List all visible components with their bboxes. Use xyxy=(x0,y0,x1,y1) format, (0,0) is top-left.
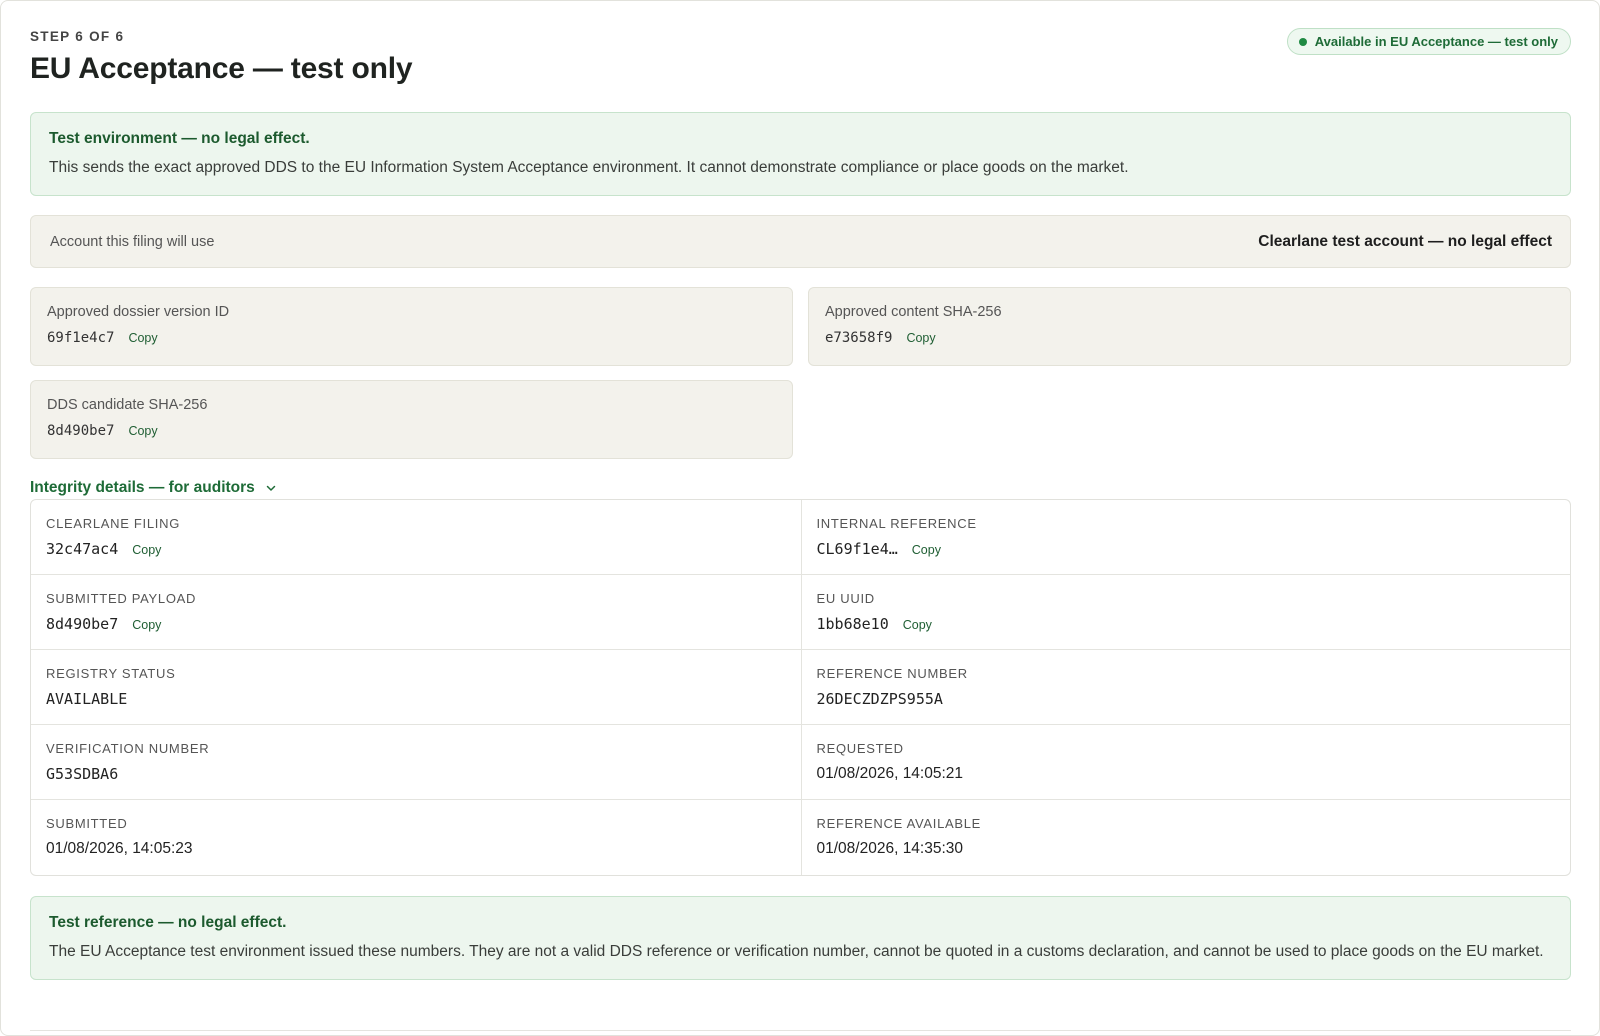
table-cell: REGISTRY STATUS AVAILABLE xyxy=(31,650,801,724)
copy-button[interactable]: Copy xyxy=(128,424,157,438)
table-cell: REFERENCE NUMBER 26DECZDZPS955A xyxy=(800,650,1571,724)
field-label: REGISTRY STATUS xyxy=(46,666,176,681)
notice-body: The EU Acceptance test environment issue… xyxy=(49,943,1544,960)
test-reference-notice: Test reference — no legal effect. The EU… xyxy=(30,896,1571,980)
table-cell: REQUESTED 01/08/2026, 14:05:21 xyxy=(800,725,1571,799)
field-label: REFERENCE AVAILABLE xyxy=(816,816,982,831)
table-cell: EU UUID 1bb68e10 Copy xyxy=(800,575,1571,649)
copy-button[interactable]: Copy xyxy=(912,543,941,557)
field-label: SUBMITTED xyxy=(46,816,128,831)
field-label: REQUESTED xyxy=(816,741,904,756)
field-value: 26DECZDZPS955A xyxy=(816,690,943,708)
test-environment-notice: Test environment — no legal effect. This… xyxy=(30,112,1571,196)
integrity-details-toggle[interactable]: Integrity details — for auditors xyxy=(30,478,1571,498)
field-value: CL69f1e4… xyxy=(816,540,898,558)
page-title: EU Acceptance — test only xyxy=(30,52,413,85)
account-label: Account this filing will use xyxy=(50,233,215,250)
table-cell: CLEARLANE FILING 32c47ac4 Copy xyxy=(31,500,801,574)
card-label: DDS candidate SHA-256 xyxy=(47,397,208,413)
account-value: Clearlane test account — no legal effect xyxy=(1258,232,1552,250)
bottom-divider xyxy=(30,1030,1571,1031)
table-row: REGISTRY STATUS AVAILABLE REFERENCE NUMBER… xyxy=(31,650,1570,725)
copy-button[interactable]: Copy xyxy=(903,618,932,632)
table-row: VERIFICATION NUMBER G53SDBA6 REQUESTED 01/0… xyxy=(31,725,1570,800)
field-label: REFERENCE NUMBER xyxy=(816,666,968,681)
main-content: STEP 6 OF 6 EU Acceptance — test only Av… xyxy=(30,28,1571,980)
copy-button[interactable]: Copy xyxy=(906,331,935,345)
content-sha-card: Approved content SHA-256 e73658f9 Copy xyxy=(808,287,1571,366)
field-label: SUBMITTED PAYLOAD xyxy=(46,591,197,606)
integrity-toggle-label: Integrity details — for auditors xyxy=(30,479,255,496)
card-value: e73658f9 xyxy=(825,330,893,346)
integrity-details-table: CLEARLANE FILING 32c47ac4 Copy INTERNAL REF… xyxy=(30,499,1571,876)
copy-button[interactable]: Copy xyxy=(132,618,161,632)
field-label: VERIFICATION NUMBER xyxy=(46,741,210,756)
field-value: G53SDBA6 xyxy=(46,765,119,783)
field-value: 32c47ac4 xyxy=(46,540,119,558)
hash-cards-row-2: DDS candidate SHA-256 8d490be7 Copy xyxy=(30,380,1571,459)
table-cell: REFERENCE AVAILABLE 01/08/2026, 14:35:30 xyxy=(800,800,1571,875)
field-value: 8d490be7 xyxy=(46,615,119,633)
account-row: Account this filing will use Clearlane t… xyxy=(30,215,1571,268)
status-badge-label: Available in EU Acceptance — test only xyxy=(1314,34,1558,49)
table-row: SUBMITTED 01/08/2026, 14:05:23 REFERENCE A… xyxy=(31,800,1570,875)
chevron-down-icon xyxy=(266,485,276,491)
field-label: INTERNAL REFERENCE xyxy=(816,516,977,531)
table-cell: SUBMITTED PAYLOAD 8d490be7 Copy xyxy=(31,575,801,649)
status-dot-icon xyxy=(1298,37,1307,46)
card-value: 69f1e4c7 xyxy=(47,330,115,346)
dds-candidate-card: DDS candidate SHA-256 8d490be7 Copy xyxy=(30,380,793,459)
card-value: 8d490be7 xyxy=(47,423,115,439)
status-badge: Available in EU Acceptance — test only xyxy=(1286,28,1571,55)
field-value: 01/08/2026, 14:35:30 xyxy=(816,840,964,857)
notice-body: This sends the exact approved DDS to the… xyxy=(49,159,1129,176)
table-cell: INTERNAL REFERENCE CL69f1e4… Copy xyxy=(800,500,1571,574)
page: STEP 6 OF 6 EU Acceptance — test only Av… xyxy=(0,0,1600,1036)
card-label: Approved content SHA-256 xyxy=(825,304,1002,320)
field-value: AVAILABLE xyxy=(46,690,128,708)
notice-heading: Test environment — no legal effect. xyxy=(49,130,310,147)
notice-heading: Test reference — no legal effect. xyxy=(49,914,287,931)
table-row: CLEARLANE FILING 32c47ac4 Copy INTERNAL REF… xyxy=(31,500,1570,575)
table-cell: SUBMITTED 01/08/2026, 14:05:23 xyxy=(31,800,801,875)
field-label: EU UUID xyxy=(816,591,875,606)
field-label: CLEARLANE FILING xyxy=(46,516,181,531)
field-value: 01/08/2026, 14:05:23 xyxy=(46,840,193,857)
dossier-version-card: Approved dossier version ID 69f1e4c7 Cop… xyxy=(30,287,793,366)
table-row: SUBMITTED PAYLOAD 8d490be7 Copy EU UUID 1bb6… xyxy=(31,575,1570,650)
card-label: Approved dossier version ID xyxy=(47,304,230,320)
copy-button[interactable]: Copy xyxy=(128,331,157,345)
hash-cards-row-1: Approved dossier version ID 69f1e4c7 Cop… xyxy=(30,287,1571,366)
field-value: 01/08/2026, 14:05:21 xyxy=(816,765,964,782)
copy-button[interactable]: Copy xyxy=(132,543,161,557)
field-value: 1bb68e10 xyxy=(816,615,889,633)
table-cell: VERIFICATION NUMBER G53SDBA6 xyxy=(31,725,801,799)
